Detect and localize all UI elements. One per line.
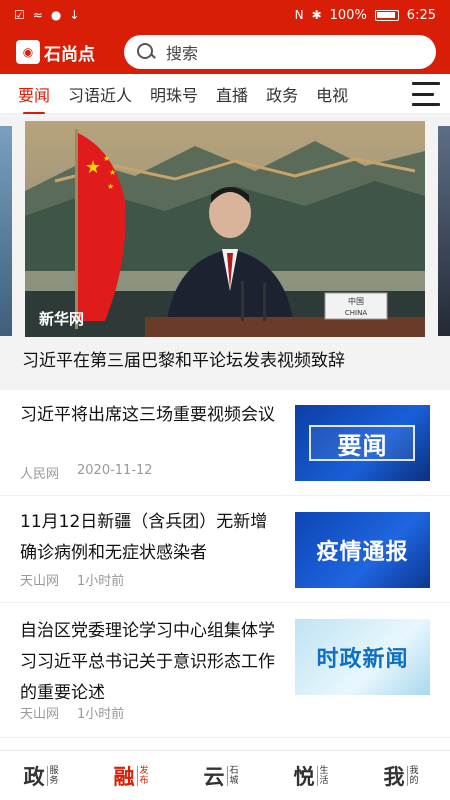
tab-xiyujinren[interactable]: 习语近人 <box>68 82 132 106</box>
news-title[interactable]: 11月12日新疆（含兵团）无新增确诊病例和无症状感染者 <box>20 507 282 569</box>
nav-rong-glyph: 融 <box>113 763 135 789</box>
search-placeholder: 搜索 <box>166 44 199 63</box>
hero-illustration: ★ ★ ★ ★ 中国 CHINA 新华网 <box>25 121 425 337</box>
nav-rong-label: 发布 <box>136 765 157 786</box>
channel-menu-icon[interactable] <box>412 82 440 106</box>
news-time: 2020-11-12 <box>77 463 153 478</box>
clock: 6:25 <box>406 7 436 23</box>
logo-text: 石尚点 <box>44 44 95 65</box>
news-item[interactable]: 11月12日新疆（含兵团）无新增确诊病例和无症状感染者 天山网 1小时前 疫情通… <box>0 496 450 603</box>
nfc-icon: N <box>294 8 304 22</box>
news-meta: 天山网 1小时前 <box>20 570 124 589</box>
news-time: 1小时前 <box>77 574 125 589</box>
nav-wo[interactable]: 我 我的 <box>384 761 427 791</box>
carousel-prev-slide[interactable] <box>0 126 12 336</box>
thumbnail-text: 要闻 <box>337 431 388 460</box>
news-source: 人民网 <box>20 467 60 482</box>
nav-rong[interactable]: 融 发布 <box>114 761 157 791</box>
nav-yue[interactable]: 悦 生活 <box>294 761 337 791</box>
nav-zheng-glyph: 政 <box>23 763 45 789</box>
news-title[interactable]: 习近平将出席这三场重要视频会议 <box>20 400 282 431</box>
nav-zheng[interactable]: 政 服务 <box>24 761 67 791</box>
logo-icon: ◉ <box>16 40 40 64</box>
svg-text:★: ★ <box>85 157 101 178</box>
hero-caption[interactable]: 习近平在第三届巴黎和平论坛发表视频致辞 <box>22 346 345 371</box>
search-icon <box>136 42 156 62</box>
status-right-icons: N ✱ 100% 6:25 <box>295 8 436 23</box>
status-left-icons: ☑ ≈ ● ↓ <box>14 9 79 21</box>
news-thumbnail[interactable]: 疫情通报 <box>295 512 430 588</box>
nav-wo-label: 我的 <box>406 765 427 786</box>
nav-zheng-label: 服务 <box>46 765 67 786</box>
news-meta: 天山网 1小时前 <box>20 703 124 722</box>
news-time: 1小时前 <box>77 707 125 722</box>
nav-yue-label: 生活 <box>316 765 337 786</box>
svg-text:★: ★ <box>109 168 116 177</box>
svg-text:★: ★ <box>103 154 110 163</box>
news-thumbnail[interactable]: 要闻 <box>295 405 430 481</box>
search-input[interactable]: 搜索 <box>124 35 436 69</box>
news-meta: 人民网 2020-11-12 <box>20 463 153 482</box>
nav-yun-glyph: 云 <box>203 763 225 789</box>
app-logo[interactable]: ◉ 石尚点 <box>16 40 124 65</box>
news-source: 天山网 <box>20 574 60 589</box>
thumbnail-text: 疫情通报 <box>316 540 409 565</box>
bottom-nav: 政 服务 融 发布 云 石城 悦 生活 我 我的 <box>0 750 450 800</box>
svg-text:中国: 中国 <box>348 296 364 306</box>
battery-percent: 100% <box>329 7 367 23</box>
notification-icon: ☑ <box>14 8 25 22</box>
news-item[interactable]: 习近平将出席这三场重要视频会议 人民网 2020-11-12 要闻 <box>0 390 450 496</box>
news-source: 天山网 <box>20 707 60 722</box>
carousel-next-slide[interactable] <box>438 126 450 336</box>
hero-watermark: 新华网 <box>39 310 84 328</box>
wifi-icon: ≈ <box>32 8 43 22</box>
channel-tabs: 要闻 习语近人 明珠号 直播 政务 电视 <box>0 74 450 115</box>
tab-dianshi[interactable]: 电视 <box>316 82 348 106</box>
app-header: ◉ 石尚点 搜索 <box>0 30 450 74</box>
nav-wo-glyph: 我 <box>383 763 405 789</box>
tab-zhengwu[interactable]: 政务 <box>266 82 298 106</box>
news-thumbnail[interactable]: 时政新闻 <box>295 619 430 695</box>
nav-yun-label: 石城 <box>226 765 247 786</box>
tab-zhibo[interactable]: 直播 <box>216 82 248 106</box>
status-bar: ☑ ≈ ● ↓ N ✱ 100% 6:25 <box>0 0 450 30</box>
tab-yaowen[interactable]: 要闻 <box>18 82 50 115</box>
news-item[interactable]: 自治区党委理论学习中心组集体学习习近平总书记关于意识形态工作的重要论述 天山网 … <box>0 603 450 738</box>
news-title[interactable]: 自治区党委理论学习中心组集体学习习近平总书记关于意识形态工作的重要论述 <box>20 616 282 709</box>
download-icon: ↓ <box>69 8 80 22</box>
hero-image[interactable]: ★ ★ ★ ★ 中国 CHINA 新华网 <box>25 121 425 337</box>
svg-text:CHINA: CHINA <box>345 309 367 317</box>
app-icon: ● <box>50 8 62 22</box>
tab-mingzhuhao[interactable]: 明珠号 <box>150 82 198 106</box>
nav-yun[interactable]: 云 石城 <box>204 761 247 791</box>
svg-text:★: ★ <box>107 182 114 191</box>
battery-icon <box>374 9 399 21</box>
bluetooth-icon: ✱ <box>311 8 322 22</box>
thumbnail-text: 时政新闻 <box>316 647 409 672</box>
hero-carousel[interactable]: ★ ★ ★ ★ 中国 CHINA 新华网 习近平在第三届巴黎和平论坛发表视频致辞 <box>0 114 450 390</box>
nav-yue-glyph: 悦 <box>293 763 315 789</box>
